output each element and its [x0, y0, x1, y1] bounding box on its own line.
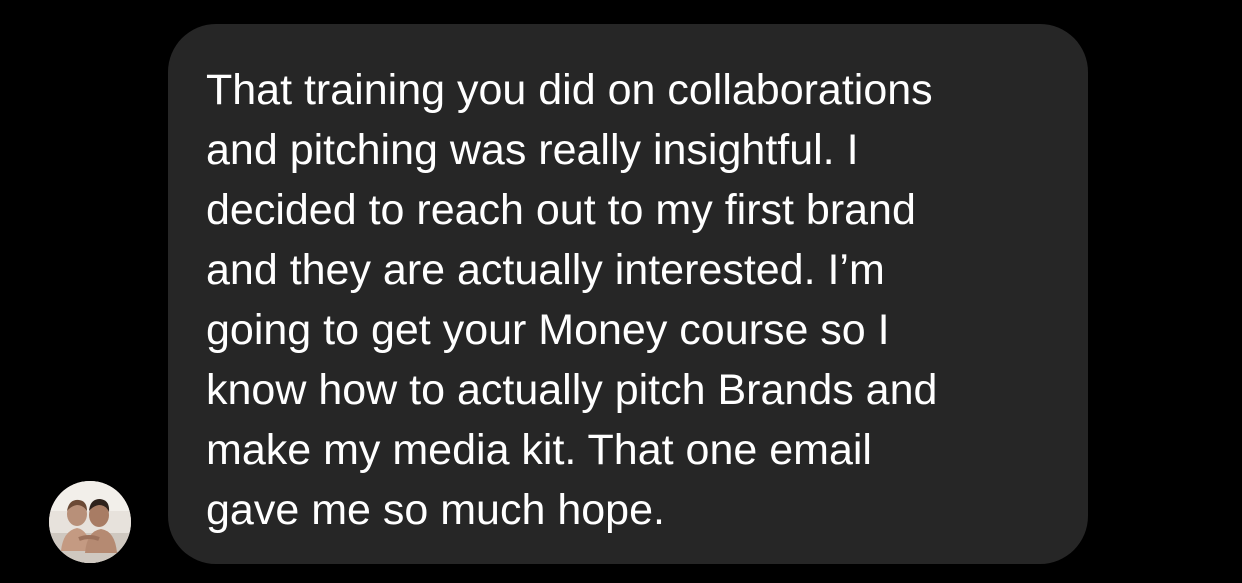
sender-avatar[interactable] [49, 481, 131, 563]
sender-avatar-photo-icon [49, 481, 131, 563]
message-text: That training you did on collaborations … [206, 66, 938, 534]
message-bubble[interactable]: That training you did on collaborations … [168, 24, 1088, 564]
